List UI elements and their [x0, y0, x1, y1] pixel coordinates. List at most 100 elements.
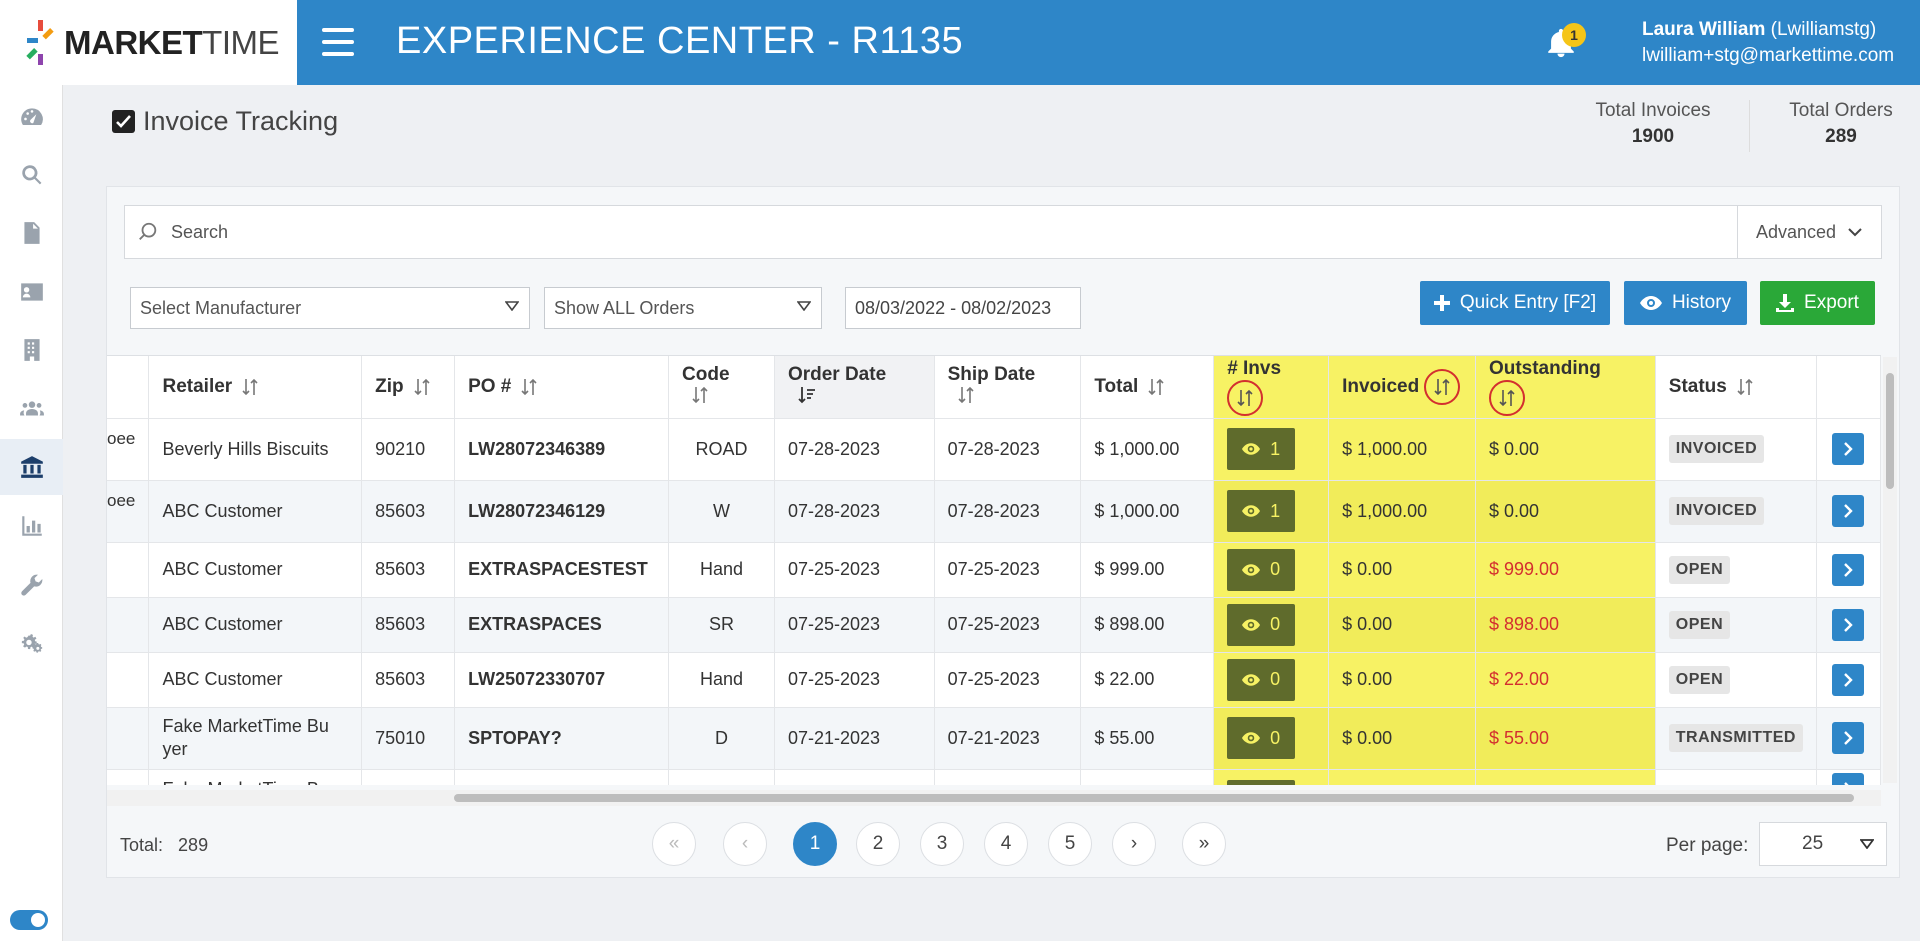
per-page-select[interactable]: 25	[1759, 822, 1887, 866]
page-header: Invoice Tracking	[112, 106, 338, 137]
chevron-right-icon	[1844, 442, 1854, 456]
prev-page-button[interactable]: ‹	[723, 822, 767, 866]
sort-icon	[1499, 389, 1515, 406]
date-range-picker[interactable]: 08/03/2022 - 08/02/2023	[845, 287, 1081, 329]
view-invoices-button[interactable]: 0	[1227, 658, 1296, 701]
open-order-button[interactable]	[1832, 495, 1865, 527]
user-menu[interactable]: Laura William (Lwilliamstg) lwilliam+stg…	[1642, 17, 1894, 69]
col-status[interactable]: Status	[1655, 356, 1817, 418]
orders-filter-select[interactable]: Show ALL Orders	[544, 287, 822, 329]
view-invoices-button[interactable]: 1	[1227, 490, 1296, 532]
cell-status	[1655, 768, 1817, 785]
sidebar-item-reports[interactable]	[0, 498, 63, 554]
page-button-2[interactable]: 2	[856, 822, 900, 866]
table-row[interactable]: Fake MarketTime Bu yer 75010 SPTOPAY? D 07-2…	[107, 706, 1881, 769]
sidebar-item-companies[interactable]	[0, 322, 63, 378]
col-po[interactable]: PO #	[454, 356, 670, 418]
quick-entry-button[interactable]: Quick Entry [F2]	[1420, 281, 1610, 325]
cell-po[interactable]: EXTRASPACESTEST	[454, 541, 670, 597]
table-row[interactable]: Fake MarketTime Bu	[107, 768, 1881, 785]
cell-total: $ 22.00	[1080, 651, 1215, 707]
cell-po[interactable]	[454, 768, 670, 785]
cell-action	[1816, 417, 1881, 480]
cell-po[interactable]: LW25072330707	[454, 651, 670, 707]
user-email: lwilliam+stg@markettime.com	[1642, 45, 1895, 66]
sidebar-item-search[interactable]	[0, 147, 63, 203]
col-zip[interactable]: Zip	[361, 356, 456, 418]
cell-order-date: 07-28-2023	[774, 479, 935, 542]
cell-action	[1816, 596, 1881, 652]
total-orders-label: Total Orders	[1789, 100, 1893, 121]
open-order-button[interactable]	[1832, 553, 1865, 586]
sidebar-item-users[interactable]	[0, 381, 63, 437]
col-ship-date[interactable]: Ship Date	[934, 356, 1082, 418]
cell-zip: 90210	[361, 417, 456, 480]
col-total[interactable]: Total	[1080, 356, 1215, 418]
page-button-1[interactable]: 1	[793, 822, 837, 866]
theme-toggle[interactable]	[10, 910, 48, 930]
history-button[interactable]: History	[1624, 281, 1747, 325]
open-order-button[interactable]	[1832, 663, 1865, 696]
vertical-scrollbar[interactable]	[1883, 357, 1897, 783]
cell-outstanding	[1475, 768, 1656, 785]
advanced-search-dropdown[interactable]: Advanced	[1737, 206, 1881, 258]
horizontal-scrollbar-thumb[interactable]	[454, 794, 1854, 802]
page-button-5[interactable]: 5	[1048, 822, 1092, 866]
view-invoices-button[interactable]: 1	[1227, 428, 1296, 470]
open-order-button[interactable]	[1832, 608, 1865, 641]
col-outstanding-label: Outstanding	[1488, 357, 1601, 379]
menu-toggle-button[interactable]	[322, 28, 354, 56]
col-invoiced[interactable]: Invoiced	[1328, 356, 1476, 418]
sidebar-item-settings[interactable]	[0, 615, 63, 671]
vertical-scrollbar-thumb[interactable]	[1886, 373, 1894, 489]
horizontal-scrollbar[interactable]	[107, 790, 1881, 806]
col-invs[interactable]: # Invs	[1213, 356, 1330, 418]
cell-zip: 85603	[361, 479, 456, 542]
status-badge: OPEN	[1668, 610, 1731, 639]
cell-po[interactable]: EXTRASPACES	[454, 596, 670, 652]
col-outstanding[interactable]: Outstanding	[1475, 356, 1656, 418]
cell-po[interactable]: LW28072346389	[454, 417, 670, 480]
open-order-button[interactable]	[1832, 722, 1865, 754]
col-order-date[interactable]: Order Date	[774, 356, 935, 418]
col-code[interactable]: Code	[668, 356, 775, 418]
open-order-button[interactable]	[1832, 773, 1865, 785]
table-row[interactable]: oee ABC Customer 85603 LW28072346129 W 07-28-…	[107, 479, 1881, 542]
cell-retailer: ABC Customer	[148, 651, 363, 707]
view-invoices-button[interactable]: 0	[1227, 717, 1296, 759]
last-page-button[interactable]: »	[1182, 822, 1226, 866]
table-row[interactable]: oee Beverly Hills Biscuits 90210 LW28072346…	[107, 417, 1881, 480]
cell-action	[1816, 541, 1881, 597]
sidebar-item-documents[interactable]	[0, 205, 63, 261]
page-button-3[interactable]: 3	[920, 822, 964, 866]
invoice-table-viewport[interactable]: Retailer Zip PO # Code Order Date Ship D…	[107, 355, 1881, 785]
sidebar-item-contacts[interactable]	[0, 264, 63, 320]
view-invoices-button[interactable]: 0	[1227, 603, 1296, 646]
table-row[interactable]: ABC Customer 85603 LW25072330707 Hand 07-25-…	[107, 651, 1881, 707]
export-button[interactable]: Export	[1760, 281, 1875, 325]
document-icon	[23, 222, 40, 244]
table-row[interactable]: ABC Customer 85603 EXTRASPACESTEST Hand 07-2…	[107, 541, 1881, 597]
open-order-button[interactable]	[1832, 433, 1865, 465]
view-invoices-button[interactable]	[1227, 779, 1296, 785]
search-input[interactable]	[171, 221, 1737, 243]
cell-po[interactable]: SPTOPAY?	[454, 706, 670, 769]
table-row[interactable]: ABC Customer 85603 EXTRASPACES SR 07-25-2023…	[107, 596, 1881, 652]
cell-po[interactable]: LW28072346129	[454, 479, 670, 542]
invoice-tracking-checkbox[interactable]	[112, 110, 135, 133]
manufacturer-select[interactable]: Select Manufacturer	[130, 287, 530, 329]
invoice-count: 0	[1270, 727, 1281, 748]
next-page-button[interactable]: ›	[1112, 822, 1156, 866]
sort-descending-icon	[798, 386, 815, 404]
first-page-button[interactable]: «	[652, 822, 696, 866]
cell-outstanding: $ 22.00	[1475, 651, 1656, 707]
sidebar-item-tools[interactable]	[0, 557, 63, 613]
sidebar-item-dashboard[interactable]	[0, 89, 63, 145]
page-button-4[interactable]: 4	[984, 822, 1028, 866]
cell-status: OPEN	[1655, 596, 1817, 652]
view-invoices-button[interactable]: 0	[1227, 548, 1296, 591]
sidebar-item-invoicing[interactable]	[0, 439, 63, 495]
cell-order-date: 07-25-2023	[774, 596, 935, 652]
logo[interactable]: MARKETTIME	[0, 0, 297, 85]
col-retailer[interactable]: Retailer	[148, 356, 363, 418]
